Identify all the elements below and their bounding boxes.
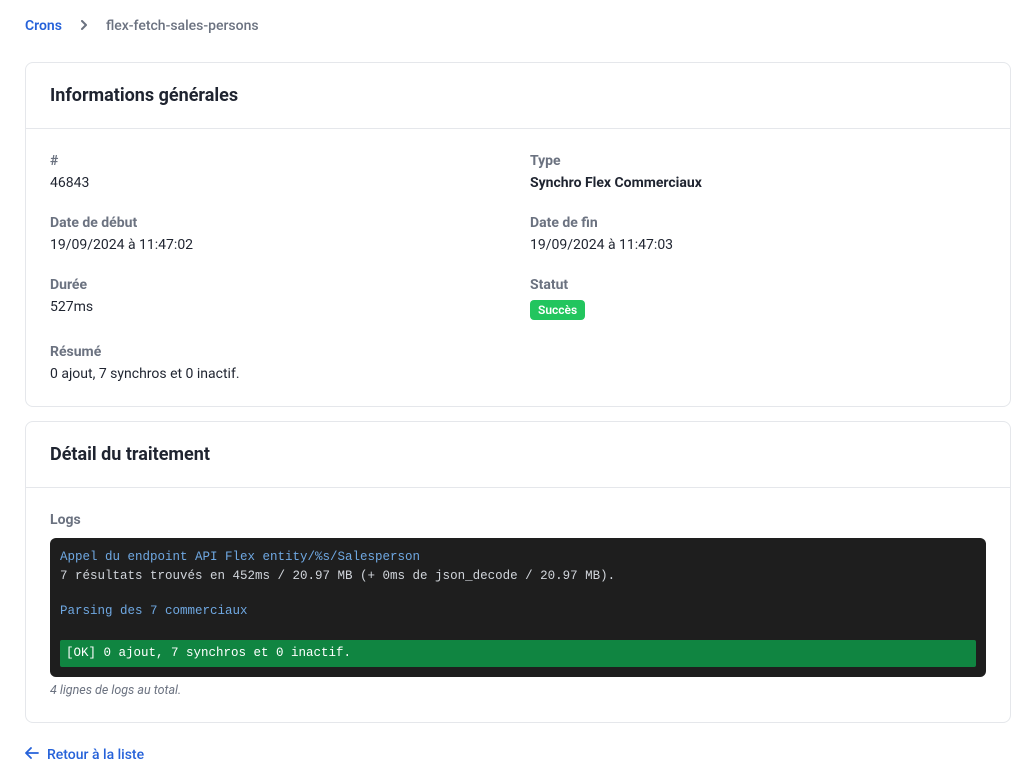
field-id-value: 46843 (50, 175, 506, 191)
field-end-value: 19/09/2024 à 11:47:03 (530, 237, 986, 253)
breadcrumb: Crons flex-fetch-sales-persons (25, 18, 1011, 34)
field-start-date: Date de début 19/09/2024 à 11:47:02 (50, 215, 506, 253)
status-badge: Succès (530, 300, 585, 320)
log-line: Appel du endpoint API Flex entity/%s/Sal… (60, 548, 976, 567)
log-line: Parsing des 7 commerciaux (60, 602, 976, 621)
field-status-label: Statut (530, 277, 986, 293)
logs-label: Logs (50, 512, 986, 528)
field-summary-value: 0 ajout, 7 synchros et 0 inactif. (50, 366, 986, 382)
card-detail: Détail du traitement Logs Appel du endpo… (25, 421, 1011, 723)
log-line: [OK] 0 ajout, 7 synchros et 0 inactif. (60, 640, 976, 667)
field-duration: Durée 527ms (50, 277, 506, 320)
field-id: # 46843 (50, 153, 506, 191)
field-start-label: Date de début (50, 215, 506, 231)
arrow-left-icon (25, 747, 39, 763)
field-status: Statut Succès (530, 277, 986, 320)
card-detail-title: Détail du traitement (50, 444, 986, 465)
field-summary-label: Résumé (50, 344, 986, 360)
field-end-date: Date de fin 19/09/2024 à 11:47:03 (530, 215, 986, 253)
chevron-right-icon (80, 19, 88, 33)
card-general-info: Informations générales # 46843 Type Sync… (25, 62, 1011, 407)
back-to-list-link[interactable]: Retour à la liste (25, 747, 144, 763)
back-to-list-label: Retour à la liste (47, 747, 144, 763)
card-general-header: Informations générales (26, 63, 1010, 129)
logs-terminal: Appel du endpoint API Flex entity/%s/Sal… (50, 538, 986, 677)
field-summary: Résumé 0 ajout, 7 synchros et 0 inactif. (50, 344, 986, 382)
field-type-label: Type (530, 153, 986, 169)
field-duration-label: Durée (50, 277, 506, 293)
log-line (60, 586, 976, 602)
field-type-value: Synchro Flex Commerciaux (530, 175, 986, 191)
field-duration-value: 527ms (50, 299, 506, 315)
breadcrumb-current: flex-fetch-sales-persons (106, 18, 259, 34)
log-line (60, 620, 976, 636)
field-type: Type Synchro Flex Commerciaux (530, 153, 986, 191)
field-id-label: # (50, 153, 506, 169)
logs-footer: 4 lignes de logs au total. (50, 683, 986, 698)
breadcrumb-root-link[interactable]: Crons (25, 18, 62, 34)
field-start-value: 19/09/2024 à 11:47:02 (50, 237, 506, 253)
card-detail-header: Détail du traitement (26, 422, 1010, 488)
field-end-label: Date de fin (530, 215, 986, 231)
card-general-title: Informations générales (50, 85, 986, 106)
log-line: 7 résultats trouvés en 452ms / 20.97 MB … (60, 567, 976, 586)
